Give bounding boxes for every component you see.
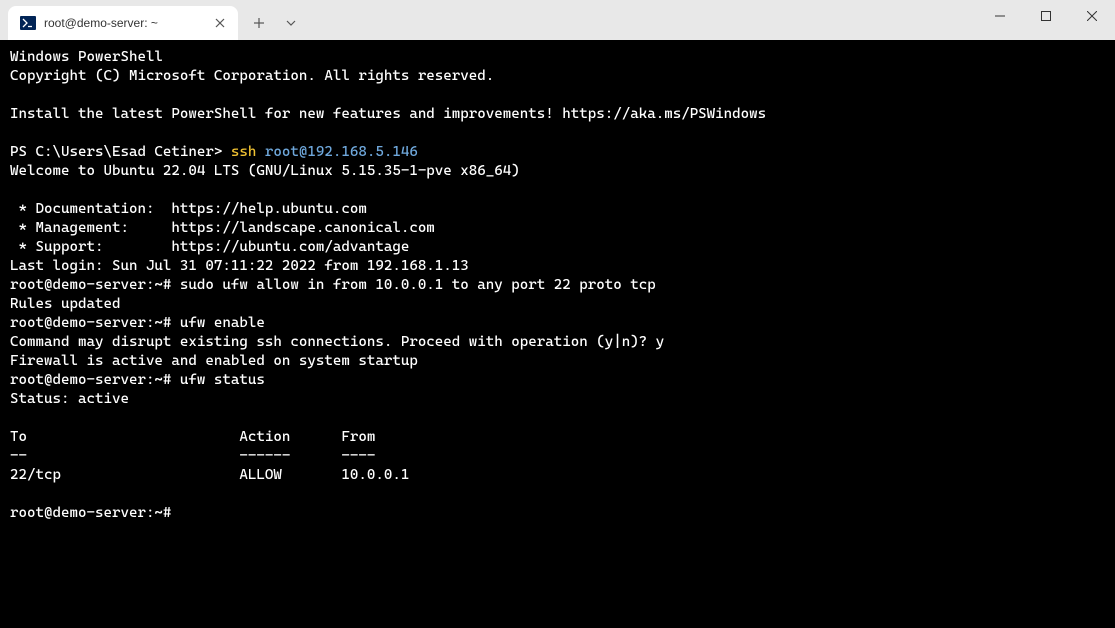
plus-icon (253, 17, 265, 29)
terminal-line: * Documentation: https://help.ubuntu.com (10, 200, 1105, 219)
maximize-button[interactable] (1023, 0, 1069, 32)
terminal-line: 22/tcp ALLOW 10.0.0.1 (10, 466, 1105, 485)
terminal-line: Install the latest PowerShell for new fe… (10, 105, 1105, 124)
tab-close-button[interactable] (212, 15, 228, 31)
terminal-text: root@demo-server:~# (10, 505, 180, 521)
terminal-line: To Action From (10, 428, 1105, 447)
terminal-line: Windows PowerShell (10, 48, 1105, 67)
terminal-line: root@demo-server:~# ufw enable (10, 314, 1105, 333)
terminal-line: Welcome to Ubuntu 22.04 LTS (GNU/Linux 5… (10, 162, 1105, 181)
terminal-line (10, 124, 1105, 143)
terminal-line: Rules updated (10, 295, 1105, 314)
terminal-line: * Management: https://landscape.canonica… (10, 219, 1105, 238)
terminal-text: Windows PowerShell (10, 49, 163, 65)
tab-dropdown-button[interactable] (276, 9, 306, 37)
titlebar: root@demo-server: ~ (0, 0, 1115, 40)
terminal-text: root@demo-server:~# sudo ufw allow in fr… (10, 277, 656, 293)
terminal-line: root@demo-server:~# ufw status (10, 371, 1105, 390)
terminal-line: root@demo-server:~# (10, 504, 1105, 523)
terminal-text: To Action From (10, 429, 375, 445)
terminal-line: root@demo-server:~# sudo ufw allow in fr… (10, 276, 1105, 295)
new-tab-button[interactable] (244, 9, 274, 37)
powershell-icon (20, 15, 36, 31)
terminal-text: Last login: Sun Jul 31 07:11:22 2022 fro… (10, 258, 469, 274)
chevron-down-icon (286, 18, 296, 28)
terminal-text: Status: active (10, 391, 129, 407)
terminal-text: Rules updated (10, 296, 120, 312)
minimize-button[interactable] (977, 0, 1023, 32)
tab-title: root@demo-server: ~ (44, 16, 204, 30)
close-window-button[interactable] (1069, 0, 1115, 32)
terminal-line: Status: active (10, 390, 1105, 409)
terminal-text: Command may disrupt existing ssh connect… (10, 334, 664, 350)
terminal-text: Firewall is active and enabled on system… (10, 353, 418, 369)
terminal-line (10, 485, 1105, 504)
terminal-line: PS C:\Users\Esad Cetiner> ssh root@192.1… (10, 143, 1105, 162)
terminal-text: -- ------ ---- (10, 448, 375, 464)
terminal-cursor (180, 505, 188, 521)
terminal-line: Firewall is active and enabled on system… (10, 352, 1105, 371)
terminal-text: root@demo-server:~# ufw status (10, 372, 265, 388)
tab-active[interactable]: root@demo-server: ~ (8, 6, 238, 40)
terminal-text: 22/tcp ALLOW 10.0.0.1 (10, 467, 409, 483)
terminal-text: ssh (231, 144, 265, 160)
terminal-line: Copyright (C) Microsoft Corporation. All… (10, 67, 1105, 86)
terminal-line (10, 86, 1105, 105)
terminal-text: * Support: https://ubuntu.com/advantage (10, 239, 409, 255)
tab-actions (244, 6, 306, 40)
terminal-output[interactable]: Windows PowerShell Copyright (C) Microsof… (0, 40, 1115, 628)
maximize-icon (1041, 11, 1051, 21)
minimize-icon (995, 11, 1005, 21)
terminal-text: * Documentation: https://help.ubuntu.com (10, 201, 367, 217)
terminal-line: Command may disrupt existing ssh connect… (10, 333, 1105, 352)
terminal-text: root@192.168.5.146 (265, 144, 418, 160)
terminal-line (10, 181, 1105, 200)
window-controls (977, 0, 1115, 40)
close-icon (215, 18, 225, 28)
terminal-text: Welcome to Ubuntu 22.04 LTS (GNU/Linux 5… (10, 163, 520, 179)
terminal-line (10, 409, 1105, 428)
terminal-line: * Support: https://ubuntu.com/advantage (10, 238, 1105, 257)
terminal-text: Copyright (C) Microsoft Corporation. All… (10, 68, 494, 84)
close-icon (1087, 11, 1097, 21)
terminal-text: PS C:\Users\Esad Cetiner> (10, 144, 231, 160)
terminal-text: * Management: https://landscape.canonica… (10, 220, 435, 236)
terminal-line: -- ------ ---- (10, 447, 1105, 466)
terminal-text: root@demo-server:~# ufw enable (10, 315, 265, 331)
terminal-text: Install the latest PowerShell for new fe… (10, 106, 766, 122)
terminal-line: Last login: Sun Jul 31 07:11:22 2022 fro… (10, 257, 1105, 276)
